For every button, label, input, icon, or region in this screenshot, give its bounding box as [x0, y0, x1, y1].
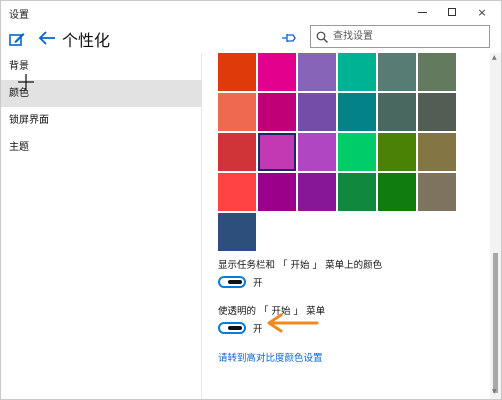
- close-icon: ×: [477, 5, 487, 19]
- color-swatch[interactable]: [298, 93, 336, 131]
- color-swatch[interactable]: [218, 133, 256, 171]
- color-swatch[interactable]: [258, 93, 296, 131]
- color-swatch[interactable]: [338, 133, 376, 171]
- color-swatch[interactable]: [378, 53, 416, 91]
- color-swatch[interactable]: [258, 53, 296, 91]
- search-box[interactable]: [310, 25, 490, 48]
- minimize-button[interactable]: [407, 1, 437, 23]
- color-swatch[interactable]: [378, 173, 416, 211]
- taskbar-color-toggle[interactable]: [218, 276, 246, 288]
- maximize-button[interactable]: [437, 1, 467, 23]
- color-swatch[interactable]: [218, 53, 256, 91]
- close-button[interactable]: ×: [467, 1, 497, 23]
- color-swatch[interactable]: [378, 133, 416, 171]
- scroll-up-icon[interactable]: ▲: [492, 54, 497, 61]
- minimize-icon: [417, 11, 427, 13]
- color-swatch[interactable]: [378, 93, 416, 131]
- taskbar-color-state: 开: [253, 278, 263, 289]
- high-contrast-link[interactable]: 请转到高对比度颜色设置: [218, 350, 323, 364]
- color-swatch[interactable]: [418, 53, 456, 91]
- color-swatch[interactable]: [298, 133, 336, 171]
- sidebar-item-themes[interactable]: 主题: [1, 134, 202, 161]
- color-swatch[interactable]: [258, 133, 296, 171]
- color-swatch[interactable]: [258, 173, 296, 211]
- transparent-start-state: 开: [253, 324, 263, 335]
- content-scrollbar[interactable]: ▲ ▼: [490, 53, 501, 399]
- title-bar: 设置 ×: [1, 1, 501, 23]
- color-swatch[interactable]: [218, 213, 256, 251]
- color-swatch[interactable]: [418, 133, 456, 171]
- color-swatch[interactable]: [298, 53, 336, 91]
- search-input[interactable]: [333, 28, 483, 45]
- app-title: 设置: [9, 10, 29, 21]
- edit-icon[interactable]: [9, 32, 25, 46]
- color-swatch[interactable]: [338, 173, 376, 211]
- colors-content: 显示任务栏和 「 开始 」 菜单上的颜色 开 使透明的 「 开始 」 菜单 开 …: [203, 53, 489, 399]
- toggle-knob: [228, 280, 242, 284]
- color-swatch[interactable]: [298, 173, 336, 211]
- sidebar-item-lock-screen[interactable]: 锁屏界面: [1, 107, 202, 134]
- page-title: 个性化: [62, 31, 111, 50]
- color-swatch[interactable]: [218, 93, 256, 131]
- settings-window: 设置 × 个性化 查找设置 背景 颜色 锁屏界面 主题 显示任务栏和 「 开始 …: [0, 0, 502, 400]
- color-swatch[interactable]: [218, 173, 256, 211]
- sidebar-item-label: 主题: [9, 142, 29, 153]
- maximize-icon: [448, 8, 456, 16]
- page-header: 个性化: [1, 23, 501, 53]
- crosshair-cursor-icon: [18, 74, 34, 90]
- search-icon: [316, 31, 328, 43]
- pin-icon[interactable]: [281, 32, 297, 44]
- toggle-knob: [228, 326, 242, 330]
- scroll-thumb[interactable]: [493, 253, 498, 393]
- taskbar-color-label: 显示任务栏和 「 开始 」 菜单上的颜色: [218, 260, 383, 271]
- color-swatch[interactable]: [418, 93, 456, 131]
- transparent-start-toggle[interactable]: [218, 322, 246, 334]
- back-arrow-icon[interactable]: [38, 30, 56, 46]
- orange-arrow-icon: [267, 313, 319, 333]
- sidebar: 背景 颜色 锁屏界面 主题: [1, 53, 202, 399]
- color-swatch[interactable]: [338, 53, 376, 91]
- scroll-down-icon[interactable]: ▼: [492, 388, 497, 395]
- color-swatch[interactable]: [338, 93, 376, 131]
- sidebar-item-label: 背景: [9, 61, 29, 72]
- sidebar-item-label: 锁屏界面: [9, 115, 49, 126]
- color-swatch[interactable]: [418, 173, 456, 211]
